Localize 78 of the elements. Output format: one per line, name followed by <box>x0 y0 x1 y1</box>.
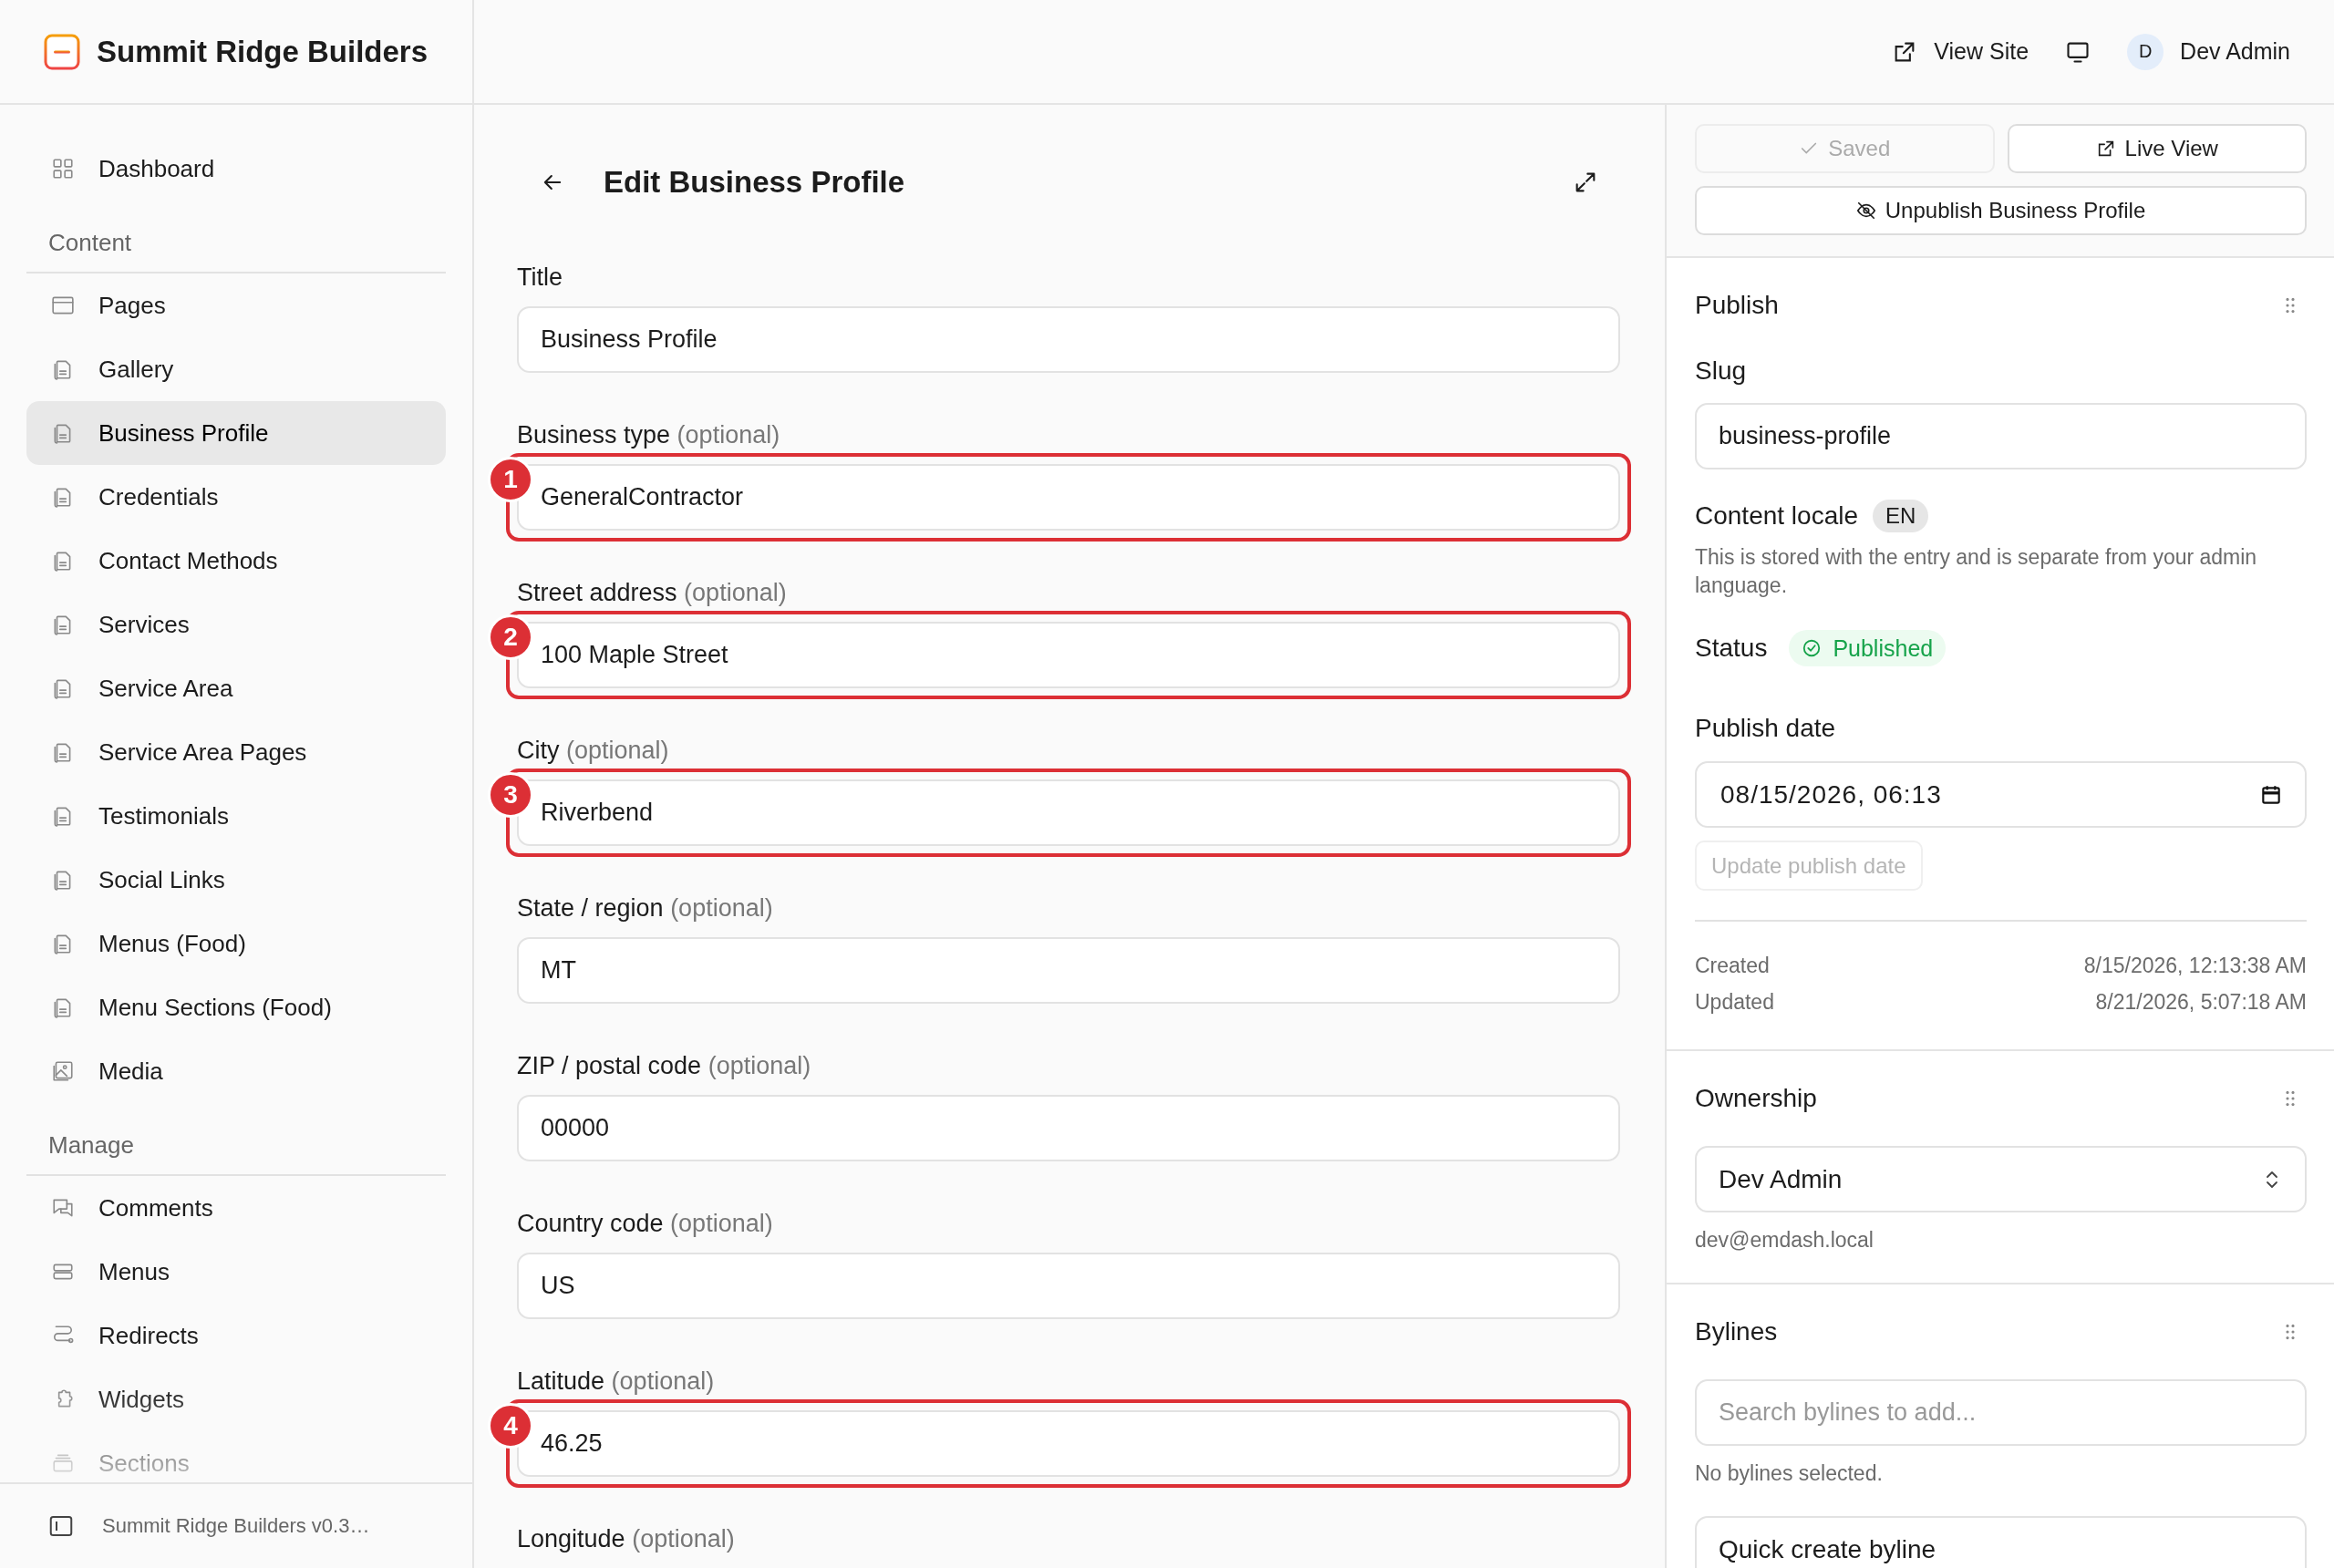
view-site-link[interactable]: View Site <box>1892 38 2029 65</box>
sidebar-item[interactable]: Service Area <box>26 656 446 720</box>
field-label: Slug <box>1695 356 1748 387</box>
field-label: State / region (optional) <box>517 893 774 923</box>
sidebar-item[interactable]: Comments <box>26 1176 446 1240</box>
logo-icon <box>44 33 80 70</box>
field-label: Latitude (optional) <box>517 1367 716 1397</box>
meta-label: Updated <box>1695 989 1774 1015</box>
drag-handle-icon[interactable] <box>2285 1089 2296 1108</box>
version-label: Summit Ridge Builders v0.3… <box>102 1514 370 1538</box>
annotation-badge: 4 <box>488 1403 533 1449</box>
sidebar-item[interactable]: Redirects <box>26 1304 446 1367</box>
field-label: Business type (optional) <box>517 420 781 450</box>
panel-title: Bylines <box>1695 1317 1778 1346</box>
field-label: Street address (optional) <box>517 578 788 608</box>
text-input[interactable]: 100 Maple Street <box>517 622 1620 688</box>
sidebar-item[interactable]: Dashboard <box>26 137 446 201</box>
sidebar-item[interactable]: Credentials <box>26 465 446 529</box>
avatar: D <box>2127 33 2164 70</box>
text-input[interactable]: US <box>517 1253 1620 1319</box>
sidebar-item[interactable]: Business Profile <box>26 401 446 465</box>
field-label: Publish date <box>1695 713 1837 744</box>
search-field[interactable]: Search bylines to add... <box>1695 1379 2307 1446</box>
field-label: Title <box>517 263 563 293</box>
user-menu[interactable]: D Dev Admin <box>2127 33 2290 70</box>
meta-label: Created <box>1695 953 1770 978</box>
status-badge: Published <box>1789 630 1947 666</box>
empty-note: No bylines selected. <box>1695 1460 1884 1487</box>
annotation-badge: 1 <box>488 457 533 502</box>
sidebar-item[interactable]: Social Links <box>26 848 446 912</box>
text-input[interactable]: 00000 <box>517 1095 1620 1161</box>
drag-handle-icon[interactable] <box>2285 1323 2296 1341</box>
field-label: Country code (optional) <box>517 1209 774 1239</box>
sidebar-item[interactable]: Service Area Pages <box>26 720 446 784</box>
app-name: Summit Ridge Builders <box>97 34 429 69</box>
section-heading: Content <box>47 228 133 258</box>
user-name: Dev Admin <box>2180 38 2290 65</box>
image-icon <box>51 1059 75 1083</box>
owner-email: dev@emdash.local <box>1695 1227 1874 1253</box>
sidebar-item[interactable]: Pages <box>26 273 446 337</box>
field-label: Content locale <box>1695 500 1858 531</box>
eye-off-icon <box>1855 201 1876 221</box>
sidebar-item[interactable]: Menus <box>26 1240 446 1304</box>
meta-value: 8/21/2026, 5:07:18 AM <box>2095 989 2307 1015</box>
section-heading: Manage <box>47 1130 135 1161</box>
annotation-badge: 3 <box>488 772 533 818</box>
text-input[interactable]: Business Profile <box>517 306 1620 373</box>
sidebar-item[interactable]: Services <box>26 593 446 656</box>
live-view-button[interactable]: Live View <box>2007 124 2307 173</box>
slug-input[interactable]: business-profile <box>1695 403 2307 469</box>
text-input[interactable]: MT <box>517 937 1620 1004</box>
sidebar-item[interactable]: Contact Methods <box>26 529 446 593</box>
field-label: Longitude (optional) <box>517 1524 736 1554</box>
annotation-badge: 2 <box>488 614 533 660</box>
field-label: City (optional) <box>517 736 670 766</box>
unpublish-button[interactable]: Unpublish Business Profile <box>1695 186 2307 235</box>
panel-title: Publish <box>1695 291 1779 320</box>
meta-value: 8/15/2026, 12:13:38 AM <box>2083 953 2307 978</box>
help-text: This is stored with the entry and is separate from your admin language. <box>1695 544 2258 599</box>
text-input[interactable]: 46.25 <box>517 1410 1620 1477</box>
sidebar-item[interactable]: Testimonials <box>26 784 446 848</box>
grid-icon <box>51 157 75 181</box>
field-label: Status <box>1695 633 1768 664</box>
quick-create-button[interactable]: Quick create byline <box>1695 1516 2307 1568</box>
sidebar-item[interactable]: Media <box>26 1039 446 1103</box>
drag-handle-icon[interactable] <box>2285 296 2296 315</box>
sidebar-item[interactable]: Gallery <box>26 337 446 401</box>
sidebar-item[interactable]: Menu Sections (Food) <box>26 975 446 1039</box>
page-title: Edit Business Profile <box>604 165 906 200</box>
owner-select[interactable]: Dev Admin <box>1695 1146 2307 1212</box>
date-input[interactable]: 08/15/2026, 06:13 <box>1695 761 2307 828</box>
text-input[interactable]: Riverbend <box>517 779 1620 846</box>
sidebar-item[interactable]: Menus (Food) <box>26 912 446 975</box>
text-input[interactable]: GeneralContractor <box>517 464 1620 531</box>
field-label: ZIP / postal code (optional) <box>517 1051 812 1081</box>
locale-badge: EN <box>1873 500 1929 532</box>
panel-title: Ownership <box>1695 1084 1817 1113</box>
sidebar-item[interactable]: Widgets <box>26 1367 446 1431</box>
